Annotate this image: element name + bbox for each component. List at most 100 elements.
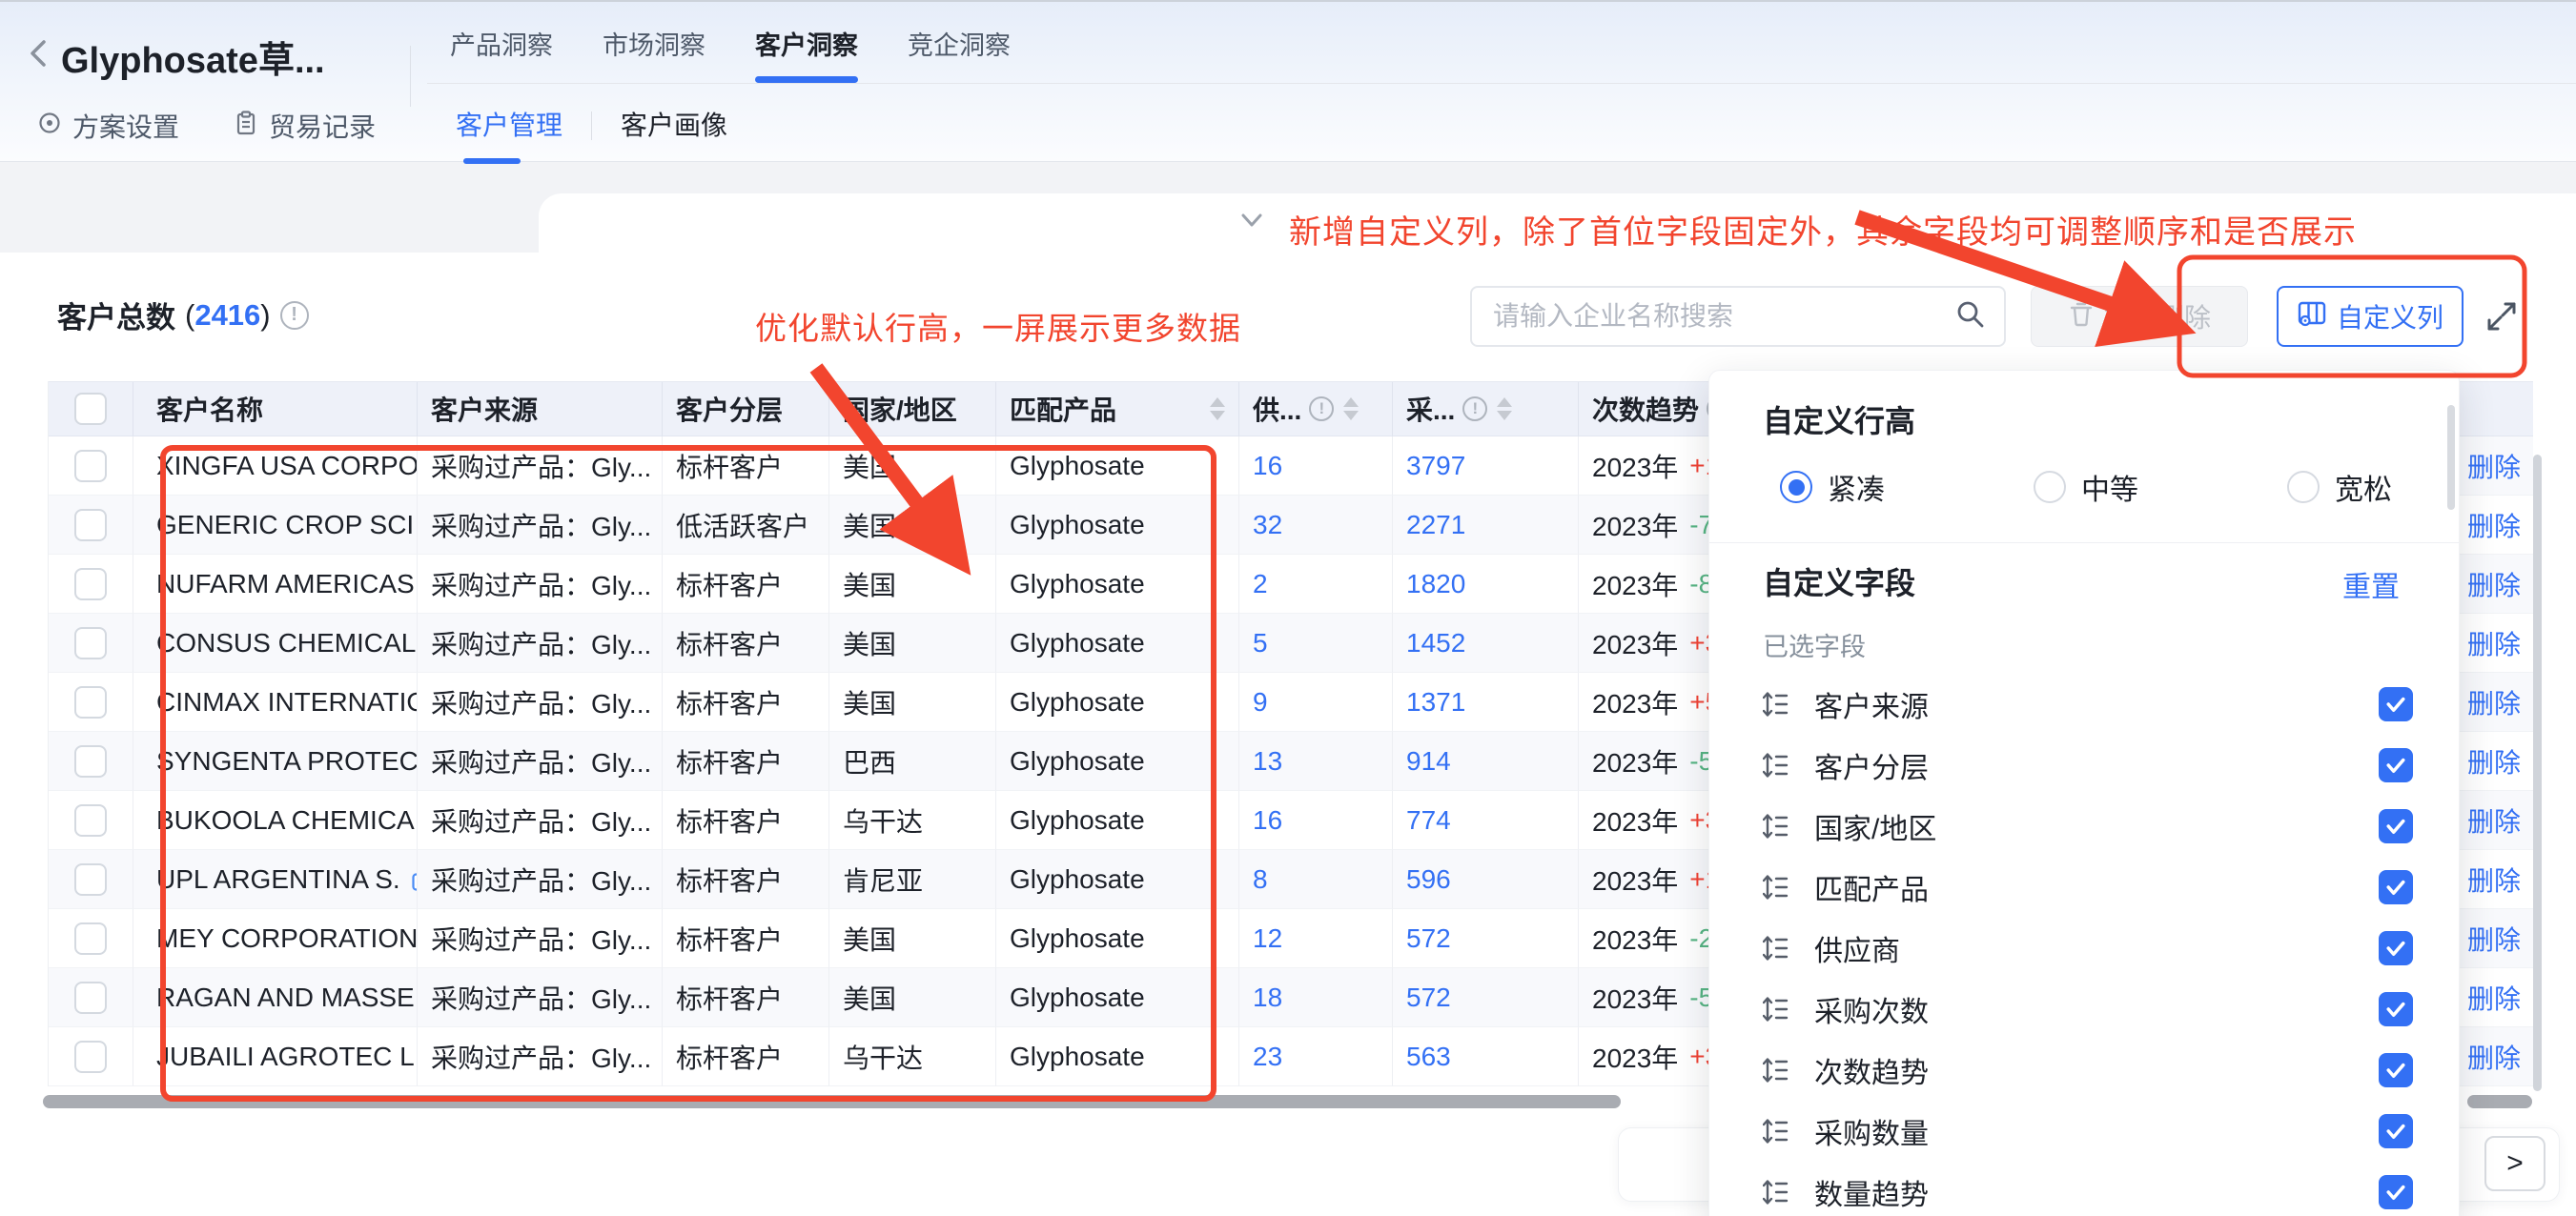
column-header-3[interactable]: 客户分层 — [663, 382, 829, 436]
vertical-scrollbar[interactable] — [2533, 455, 2542, 1091]
radio-unselected[interactable] — [2034, 471, 2066, 503]
tab-客户洞察[interactable]: 客户洞察 — [755, 25, 858, 83]
field-checkbox-checked[interactable] — [2379, 809, 2413, 843]
customer-name[interactable]: UPL ARGENTINA S. — [156, 864, 400, 895]
delete-link[interactable]: 删除 — [2467, 565, 2521, 603]
row-checkbox[interactable] — [74, 982, 107, 1014]
customer-name[interactable]: RAGAN AND MASSE — [156, 983, 415, 1013]
drag-handle-icon[interactable] — [1763, 1117, 1789, 1150]
drag-handle-icon[interactable] — [1763, 1056, 1789, 1089]
customer-name-cell: GENERIC CROP SCI — [133, 496, 418, 555]
field-checkbox-checked[interactable] — [2379, 1053, 2413, 1087]
info-icon[interactable] — [280, 301, 309, 330]
tab-产品洞察[interactable]: 产品洞察 — [450, 25, 553, 83]
reset-link[interactable]: 重置 — [2342, 563, 2400, 605]
delete-link[interactable]: 删除 — [2467, 447, 2521, 485]
delete-link[interactable]: 删除 — [2467, 624, 2521, 662]
drag-handle-icon[interactable] — [1763, 812, 1789, 845]
next-page-button[interactable]: > — [2484, 1136, 2545, 1191]
customer-name[interactable]: CONSUS CHEMICAL — [156, 628, 416, 659]
customer-name[interactable]: MEY CORPORATION — [156, 923, 418, 954]
customer-tier-cell: 标杆客户 — [663, 1027, 829, 1086]
field-checkbox-checked[interactable] — [2379, 931, 2413, 965]
row-height-option-紧凑[interactable]: 紧凑 — [1780, 466, 1885, 508]
row-checkbox[interactable] — [74, 509, 107, 541]
field-checkbox-checked[interactable] — [2379, 1114, 2413, 1148]
menu-item-trade-records[interactable]: 贸易记录 — [233, 107, 376, 145]
drag-handle-icon[interactable] — [1763, 934, 1789, 967]
row-height-option-宽松[interactable]: 宽松 — [2287, 466, 2392, 508]
field-checkbox-checked[interactable] — [2379, 992, 2413, 1026]
row-checkbox[interactable] — [74, 745, 107, 778]
field-checkbox-checked[interactable] — [2379, 687, 2413, 721]
column-header-7[interactable]: 采... — [1393, 382, 1579, 436]
radio-selected[interactable] — [1780, 471, 1812, 503]
customer-name[interactable]: SYNGENTA PROTEC — [156, 746, 418, 777]
delete-link[interactable]: 删除 — [2467, 742, 2521, 780]
field-checkbox-checked[interactable] — [2379, 1175, 2413, 1209]
customer-name[interactable]: JUBAILI AGROTEC LI — [156, 1042, 418, 1072]
column-header-4[interactable]: 国家/地区 — [829, 382, 996, 436]
column-header-1[interactable]: 客户名称 — [133, 382, 418, 436]
select-all-checkbox[interactable] — [74, 393, 107, 425]
drag-handle-icon[interactable] — [1763, 1178, 1789, 1211]
row-checkbox[interactable] — [74, 1041, 107, 1073]
back-chevron-icon[interactable] — [23, 36, 57, 71]
customer-name[interactable]: NUFARM AMERICAS, — [156, 569, 418, 599]
column-label: 匹配产品 — [1010, 390, 1116, 428]
tab-竞企洞察[interactable]: 竞企洞察 — [908, 25, 1011, 83]
search-input[interactable] — [1472, 301, 1954, 332]
field-checkbox-checked[interactable] — [2379, 748, 2413, 782]
customer-name[interactable]: XINGFA USA CORPO — [156, 451, 418, 481]
row-checkbox[interactable] — [74, 922, 107, 955]
horizontal-scrollbar[interactable] — [43, 1095, 1621, 1108]
fullscreen-expand-icon[interactable] — [2483, 297, 2521, 335]
row-checkbox[interactable] — [74, 627, 107, 659]
column-header-5[interactable]: 匹配产品 — [996, 382, 1239, 436]
sort-icon[interactable] — [1497, 397, 1512, 420]
drag-handle-icon[interactable] — [1763, 995, 1789, 1028]
customize-columns-button[interactable]: 自定义列 — [2277, 286, 2464, 347]
copy-icon[interactable] — [410, 867, 418, 892]
drag-handle-icon[interactable] — [1763, 873, 1789, 906]
search-icon[interactable] — [1954, 298, 1987, 335]
row-height-option-中等[interactable]: 中等 — [2034, 466, 2138, 508]
column-header-2[interactable]: 客户来源 — [418, 382, 663, 436]
field-label: 采购数量 — [1814, 1110, 1929, 1152]
chevron-down-icon[interactable] — [1236, 204, 1268, 236]
row-checkbox[interactable] — [74, 568, 107, 600]
customer-name[interactable]: GENERIC CROP SCI — [156, 510, 414, 540]
sort-icon[interactable] — [1343, 397, 1359, 420]
company-search-box — [1470, 286, 2006, 347]
field-checkbox-checked[interactable] — [2379, 870, 2413, 904]
field-row-数量趋势: 数量趋势 — [1709, 1162, 2459, 1216]
drag-handle-icon[interactable] — [1763, 751, 1789, 784]
delete-link[interactable]: 删除 — [2467, 801, 2521, 840]
row-checkbox[interactable] — [74, 686, 107, 719]
delete-link[interactable]: 删除 — [2467, 1038, 2521, 1076]
delete-link[interactable]: 删除 — [2467, 979, 2521, 1017]
batch-delete-button[interactable]: 批量删除 — [2031, 286, 2248, 347]
radio-unselected[interactable] — [2287, 471, 2320, 503]
customer-name[interactable]: BUKOOLA CHEMICA — [156, 805, 415, 836]
row-checkbox[interactable] — [74, 450, 107, 482]
sort-icon[interactable] — [1210, 397, 1225, 420]
subtab-客户画像[interactable]: 客户画像 — [621, 105, 727, 164]
row-checkbox[interactable] — [74, 863, 107, 896]
drag-handle-icon[interactable] — [1763, 690, 1789, 723]
row-checkbox[interactable] — [74, 804, 107, 837]
horizontal-scrollbar-right[interactable] — [2467, 1095, 2532, 1108]
subtab-客户管理[interactable]: 客户管理 — [456, 105, 562, 164]
info-icon[interactable] — [1309, 396, 1334, 421]
customer-source-cell: 采购过产品：Gly... — [418, 673, 663, 732]
info-icon[interactable] — [1462, 396, 1487, 421]
tab-市场洞察[interactable]: 市场洞察 — [603, 25, 705, 83]
customer-name[interactable]: CINMAX INTERNATIO — [156, 687, 418, 718]
menu-item-scheme-settings[interactable]: 方案设置 — [36, 107, 179, 145]
delete-link[interactable]: 删除 — [2467, 861, 2521, 899]
delete-link[interactable]: 删除 — [2467, 683, 2521, 721]
column-header-6[interactable]: 供... — [1239, 382, 1393, 436]
delete-link[interactable]: 删除 — [2467, 920, 2521, 958]
suppliers-cell: 5 — [1239, 614, 1393, 673]
delete-link[interactable]: 删除 — [2467, 506, 2521, 544]
